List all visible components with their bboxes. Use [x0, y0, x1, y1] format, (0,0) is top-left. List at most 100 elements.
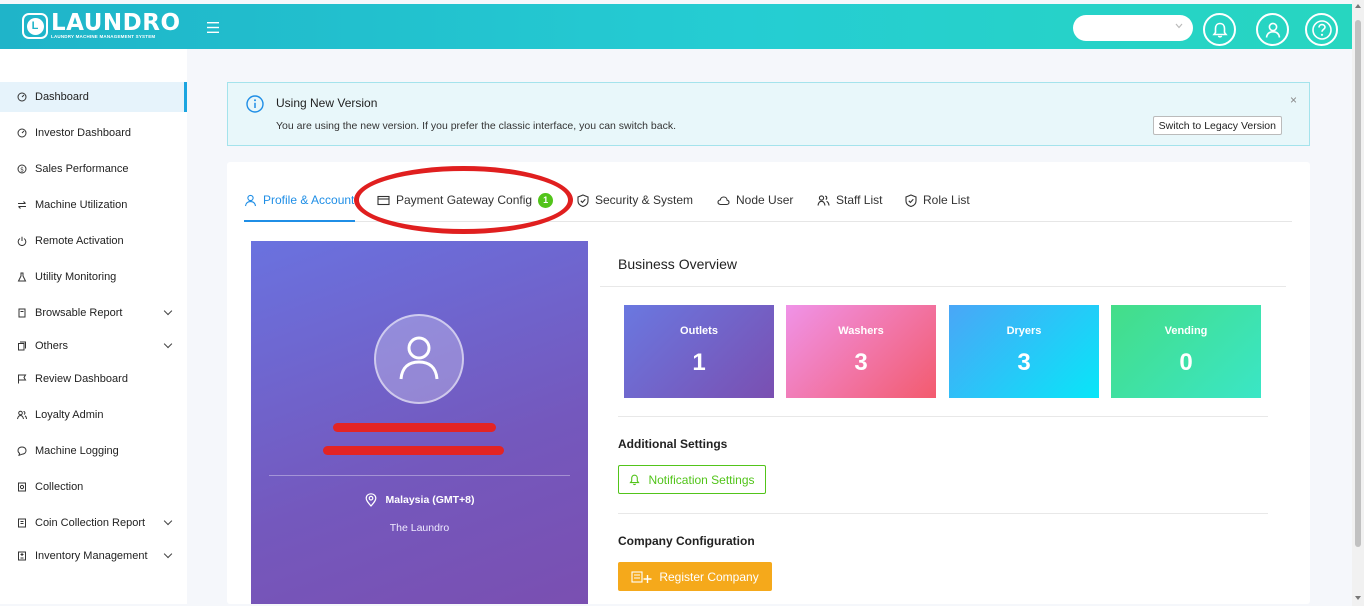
chevron-down-icon: [1175, 20, 1183, 32]
profile-card: Malaysia (GMT+8) The Laundro: [251, 241, 588, 604]
stat-card-outlets: Outlets 1: [624, 305, 774, 398]
chevron-down-icon: [163, 339, 173, 349]
sidebar-item-loyalty-admin[interactable]: Loyalty Admin: [0, 400, 187, 430]
active-tab-indicator: [244, 220, 355, 222]
tab-staff-list[interactable]: Staff List: [817, 190, 882, 210]
redacted-email: [323, 446, 504, 455]
register-company-button[interactable]: Register Company: [618, 562, 772, 591]
copy-icon: [17, 341, 27, 351]
sidebar-item-label: Machine Utilization: [35, 199, 128, 211]
tab-profile-account[interactable]: Profile & Account: [244, 190, 354, 210]
location-text: Malaysia (GMT+8): [385, 494, 475, 506]
additional-settings-title: Additional Settings: [618, 437, 728, 451]
swap-icon: [17, 200, 27, 210]
tab-security-system[interactable]: Security & System: [577, 190, 693, 210]
section-divider: [618, 416, 1268, 417]
chevron-down-icon: [163, 306, 173, 316]
logo-mark-icon: L: [22, 13, 48, 39]
sidebar-item-label: Collection: [35, 481, 84, 493]
cloud-icon: [717, 194, 730, 207]
profile-divider: [269, 475, 570, 476]
sidebar-item-remote-activation[interactable]: Remote Activation: [0, 226, 187, 256]
outlet-select[interactable]: [1073, 15, 1193, 41]
vertical-scrollbar[interactable]: [1352, 0, 1364, 606]
stat-label: Vending: [1164, 325, 1208, 337]
tab-role-list[interactable]: Role List: [905, 190, 970, 210]
info-icon: [246, 95, 264, 116]
help-icon[interactable]: [1305, 13, 1338, 46]
redacted-name: [333, 423, 496, 432]
sidebar-item-coin-collection-report[interactable]: Coin Collection Report: [0, 508, 187, 538]
bell-icon: [629, 474, 641, 486]
flask-icon: [17, 272, 27, 282]
sidebar-item-machine-logging[interactable]: Machine Logging: [0, 436, 187, 466]
close-icon[interactable]: ×: [1290, 93, 1297, 107]
tab-label: Security & System: [595, 193, 694, 207]
sidebar-item-review-dashboard[interactable]: Review Dashboard: [0, 364, 187, 394]
sidebar-item-label: Machine Logging: [35, 445, 119, 457]
tab-node-user[interactable]: Node User: [717, 190, 793, 210]
sidebar-item-others[interactable]: Others: [0, 331, 187, 361]
button-label: Notification Settings: [648, 472, 755, 487]
scroll-up-icon[interactable]: [1355, 4, 1361, 8]
sidebar-item-investor-dashboard[interactable]: Investor Dashboard: [0, 118, 187, 148]
sidebar-item-inventory-management[interactable]: Inventory Management: [0, 541, 187, 571]
sidebar-item-label: Dashboard: [35, 91, 89, 103]
add-building-icon: [631, 570, 653, 584]
users-icon: [17, 410, 27, 420]
stat-label: Outlets: [680, 325, 718, 337]
hamburger-icon[interactable]: [207, 17, 219, 38]
stat-label: Washers: [838, 325, 884, 337]
sidebar-item-browsable-report[interactable]: Browsable Report: [0, 298, 187, 328]
button-label: Register Company: [659, 569, 759, 584]
stat-card-dryers: Dryers 3: [949, 305, 1099, 398]
banner-title: Using New Version: [276, 96, 378, 110]
sidebar-item-dashboard[interactable]: Dashboard: [0, 82, 187, 112]
user-icon[interactable]: [1256, 13, 1289, 46]
sidebar-item-collection[interactable]: Collection: [0, 472, 187, 502]
app-logo[interactable]: L LAUNDRO LAUNDRY MACHINE MANAGEMENT SYS…: [22, 12, 181, 39]
sidebar-item-machine-utilization[interactable]: Machine Utilization: [0, 190, 187, 220]
annotation-highlight-ring: [354, 166, 573, 234]
profile-location: Malaysia (GMT+8): [251, 493, 588, 507]
stat-card-vending: Vending 0: [1111, 305, 1261, 398]
sidebar-item-label: Review Dashboard: [35, 373, 128, 385]
message-icon: [17, 446, 27, 456]
sidebar-item-utility-monitoring[interactable]: Utility Monitoring: [0, 262, 187, 292]
chevron-down-icon: [163, 549, 173, 559]
business-overview-title: Business Overview: [618, 256, 738, 272]
company-configuration-title: Company Configuration: [618, 534, 755, 548]
shield-check-icon: [577, 193, 589, 207]
sidebar-item-sales-performance[interactable]: $ Sales Performance: [0, 154, 187, 184]
sidebar-item-label: Others: [35, 340, 69, 352]
stat-label: Dryers: [1006, 325, 1042, 337]
banner-message: You are using the new version. If you pr…: [276, 120, 676, 132]
stat-value: 3: [1017, 349, 1031, 376]
shield-check-icon: [905, 193, 917, 207]
location-pin-icon: [365, 493, 377, 507]
notification-settings-button[interactable]: Notification Settings: [618, 465, 766, 494]
sidebar-item-label: Coin Collection Report: [35, 517, 146, 529]
section-divider: [618, 513, 1268, 514]
scrollbar-thumb[interactable]: [1355, 20, 1361, 547]
report-icon: [17, 308, 27, 318]
stat-value: 3: [854, 349, 868, 376]
top-header: L LAUNDRO LAUNDRY MACHINE MANAGEMENT SYS…: [0, 4, 1352, 49]
sidebar-item-label: Investor Dashboard: [35, 127, 131, 139]
dashboard-icon: [17, 128, 27, 138]
tab-label: Staff List: [836, 193, 883, 207]
scroll-down-icon[interactable]: [1355, 596, 1361, 600]
tab-label: Role List: [923, 193, 970, 207]
team-icon: [817, 194, 830, 207]
dashboard-icon: [17, 92, 27, 102]
sidebar-item-label: Sales Performance: [35, 163, 129, 175]
user-icon: [397, 335, 441, 384]
sidebar-item-label: Inventory Management: [35, 550, 148, 562]
calculator-icon: [17, 551, 27, 561]
avatar: [374, 314, 464, 404]
sidebar-item-label: Utility Monitoring: [35, 271, 117, 283]
user-icon: [244, 194, 257, 207]
switch-legacy-button[interactable]: Switch to Legacy Version: [1152, 116, 1282, 135]
profile-company: The Laundro: [389, 522, 450, 534]
bell-icon[interactable]: [1203, 13, 1236, 46]
